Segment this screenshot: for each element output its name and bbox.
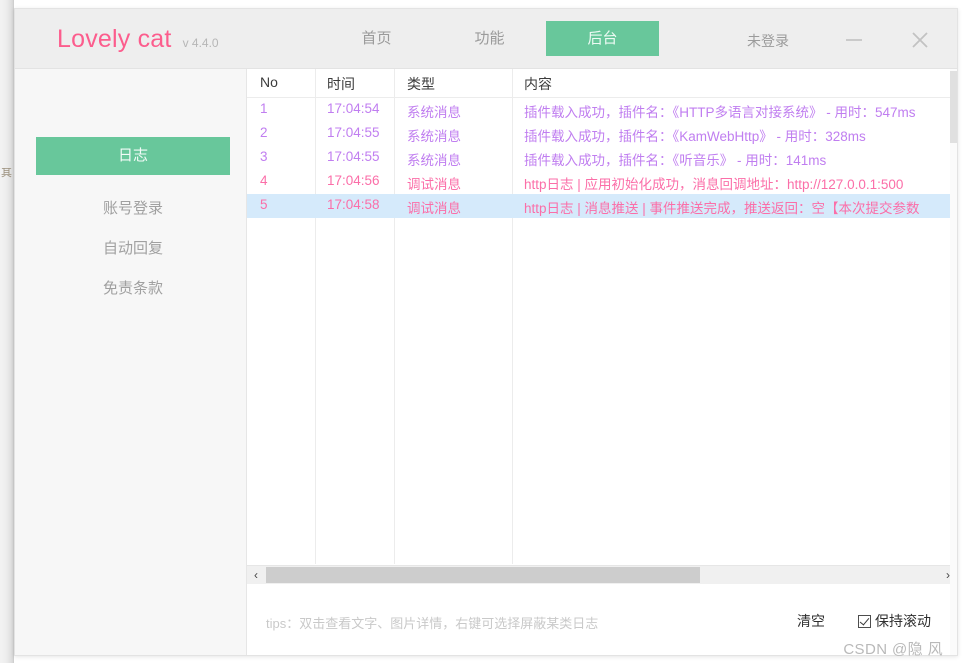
cell-content: 插件载入成功，插件名：《HTTP多语言对接系统》 - 用时：547ms [524, 105, 916, 120]
cell-type: 系统消息 [407, 129, 461, 144]
vertical-scrollbar[interactable] [950, 69, 957, 655]
horizontal-scrollbar[interactable]: ‹ › [247, 565, 957, 584]
sidebar-item-disclaimer[interactable]: 免责条款 [36, 270, 230, 308]
column-header-no[interactable]: No [260, 74, 278, 90]
app-title: Lovely cat [57, 25, 172, 53]
background-window-sliver [0, 0, 14, 663]
watermark-text: CSDN @隐 风 [843, 641, 943, 658]
table-row[interactable]: 5 17:04:58 调试消息 http日志 | 消息推送 | 事件推送完成，推… [247, 194, 957, 218]
table-row[interactable]: 4 17:04:56 调试消息 http日志 | 应用初始化成功，消息回调地址：… [247, 170, 957, 194]
column-header-type[interactable]: 类型 [407, 74, 435, 94]
cell-time: 17:04:55 [327, 125, 380, 140]
sidebar-item-account-login[interactable]: 账号登录 [36, 190, 230, 228]
horizontal-scrollbar-thumb[interactable] [266, 567, 700, 583]
tab-home[interactable]: 首页 [320, 21, 433, 56]
window-content: 日志 账号登录 自动回复 免责条款 No 时间 类型 内容 1 17:04:54… [15, 69, 957, 655]
keep-scroll-checkbox[interactable]: 保持滚动 [858, 611, 931, 631]
cell-content: 插件载入成功，插件名：《KamWebHttp》 - 用时：328ms [524, 129, 866, 144]
column-header-time[interactable]: 时间 [327, 74, 355, 94]
sidebar-item-log[interactable]: 日志 [36, 137, 230, 175]
checkbox-checked-icon[interactable] [858, 614, 871, 628]
lovely-cat-app-window: Lovely cat v 4.4.0 首页 功能 后台 未登录 日志 账号登录 … [14, 8, 958, 656]
app-brand: Lovely cat v 4.4.0 [57, 25, 219, 54]
cell-no: 2 [260, 125, 268, 140]
cell-no: 5 [260, 197, 268, 212]
cell-time: 17:04:58 [327, 197, 380, 212]
table-row[interactable]: 3 17:04:55 系统消息 插件载入成功，插件名：《听音乐》 - 用时：14… [247, 146, 957, 170]
sidebar-item-auto-reply[interactable]: 自动回复 [36, 230, 230, 268]
cell-no: 4 [260, 173, 268, 188]
cell-type: 调试消息 [407, 177, 461, 192]
log-table: No 时间 类型 内容 1 17:04:54 系统消息 插件载入成功，插件名：《… [247, 69, 957, 564]
cell-time: 17:04:54 [327, 101, 380, 116]
main-nav-tabs: 首页 功能 后台 [320, 21, 659, 56]
column-header-content[interactable]: 内容 [524, 74, 552, 94]
tab-backend[interactable]: 后台 [546, 21, 659, 56]
title-bar: Lovely cat v 4.4.0 首页 功能 后台 未登录 [15, 9, 957, 69]
cell-type: 系统消息 [407, 105, 461, 120]
desktop-backdrop: 其 Lovely cat v 4.4.0 首页 功能 后台 未登录 日志 账号登… [0, 0, 963, 663]
cell-content: http日志 | 消息推送 | 事件推送完成，推送返回：空【本次提交参数 [524, 201, 920, 216]
log-table-body: 1 17:04:54 系统消息 插件载入成功，插件名：《HTTP多语言对接系统》… [247, 98, 957, 218]
cell-time: 17:04:56 [327, 173, 380, 188]
app-version-label: v 4.4.0 [182, 36, 219, 50]
cell-content: 插件载入成功，插件名：《听音乐》 - 用时：141ms [524, 153, 827, 168]
table-row[interactable]: 2 17:04:55 系统消息 插件载入成功，插件名：《KamWebHttp》 … [247, 122, 957, 146]
clear-button[interactable]: 清空 [797, 611, 825, 631]
log-panel: No 时间 类型 内容 1 17:04:54 系统消息 插件载入成功，插件名：《… [247, 69, 957, 655]
sidebar: 日志 账号登录 自动回复 免责条款 [15, 69, 247, 655]
cell-content: http日志 | 应用初始化成功，消息回调地址：http://127.0.0.1… [524, 177, 904, 192]
log-table-header: No 时间 类型 内容 [247, 69, 957, 98]
cell-type: 调试消息 [407, 201, 461, 216]
tab-features[interactable]: 功能 [433, 21, 546, 56]
table-row[interactable]: 1 17:04:54 系统消息 插件载入成功，插件名：《HTTP多语言对接系统》… [247, 98, 957, 122]
background-window-sliver-text: 其 [1, 168, 12, 179]
tips-text: tips：双击查看文字、图片详情，右键可选择屏蔽某类日志 [266, 616, 599, 631]
close-button[interactable] [905, 25, 935, 55]
login-status-label[interactable]: 未登录 [747, 31, 789, 51]
scroll-left-arrow-icon[interactable]: ‹ [247, 566, 265, 584]
cell-no: 1 [260, 101, 268, 116]
cell-no: 3 [260, 149, 268, 164]
cell-time: 17:04:55 [327, 149, 380, 164]
vertical-scrollbar-thumb[interactable] [950, 71, 957, 143]
keep-scroll-label: 保持滚动 [875, 613, 931, 629]
cell-type: 系统消息 [407, 153, 461, 168]
minimize-button[interactable] [839, 25, 869, 55]
